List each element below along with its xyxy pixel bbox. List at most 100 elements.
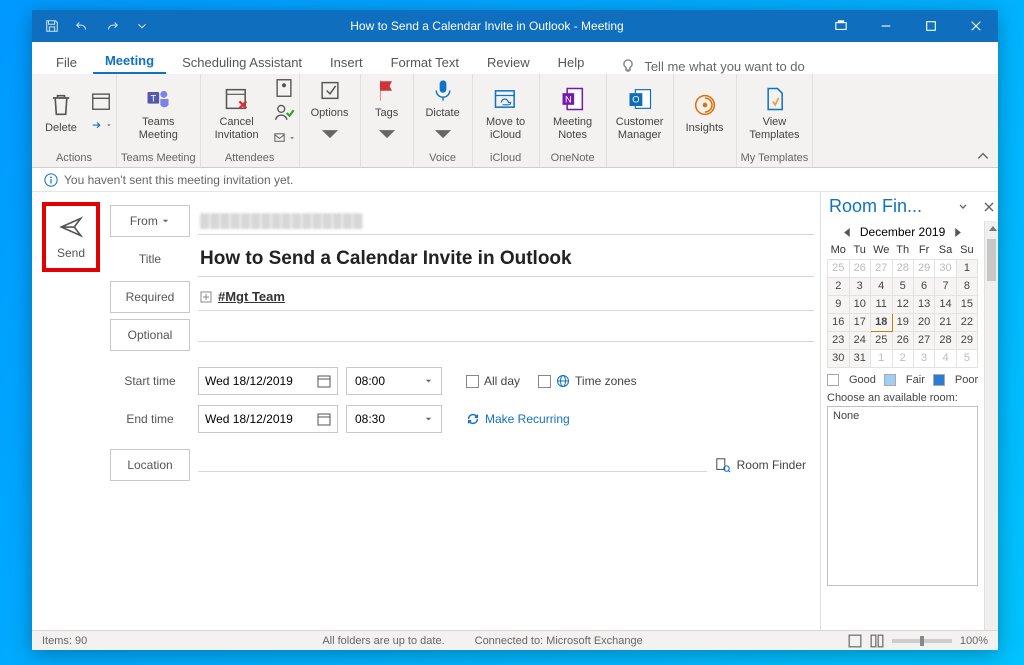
calendar-day[interactable]: 7 [935, 277, 956, 295]
calendar-day[interactable]: 18 [870, 313, 892, 331]
calendar-day[interactable]: 8 [956, 277, 977, 295]
qa-dropdown-icon[interactable] [128, 12, 156, 40]
calendar-day[interactable]: 25 [870, 331, 892, 349]
teams-meeting-button[interactable]: T Teams Meeting [129, 77, 187, 149]
location-button[interactable]: Location [110, 449, 190, 481]
calendar-day[interactable]: 1 [956, 259, 977, 277]
zoom-slider[interactable] [892, 639, 952, 643]
calendar-day[interactable]: 5 [956, 349, 977, 367]
available-room-list[interactable]: None [827, 406, 978, 586]
calendar-day[interactable]: 15 [956, 295, 977, 313]
calendar-day[interactable]: 23 [828, 331, 850, 349]
required-button[interactable]: Required [110, 281, 190, 313]
calendar-day[interactable]: 13 [913, 295, 934, 313]
tab-review[interactable]: Review [475, 49, 542, 74]
minimize-icon[interactable] [863, 10, 908, 42]
calendar-day[interactable]: 9 [828, 295, 850, 313]
tab-scheduling[interactable]: Scheduling Assistant [170, 49, 314, 74]
address-book-icon[interactable] [273, 77, 295, 99]
tab-format[interactable]: Format Text [379, 49, 471, 74]
zoom-level[interactable]: 100% [960, 635, 988, 647]
calendar-day[interactable]: 4 [870, 277, 892, 295]
calendar-day[interactable]: 3 [849, 277, 870, 295]
room-finder-link[interactable]: Room Finder [715, 457, 806, 473]
calendar-day[interactable]: 30 [935, 259, 956, 277]
meeting-notes-button[interactable]: N Meeting Notes [544, 77, 602, 149]
time-zones-checkbox[interactable]: Time zones [538, 374, 637, 388]
calendar-day[interactable]: 29 [956, 331, 977, 349]
calendar-day[interactable]: 4 [935, 349, 956, 367]
redo-icon[interactable] [98, 12, 126, 40]
calendar-day[interactable]: 28 [892, 259, 913, 277]
room-finder-scrollbar[interactable] [984, 221, 998, 650]
required-field[interactable]: #Mgt Team [198, 283, 814, 311]
cancel-invitation-button[interactable]: Cancel Invitation [205, 77, 269, 149]
make-recurring-link[interactable]: Make Recurring [466, 412, 570, 426]
maximize-icon[interactable] [908, 10, 953, 42]
calendar-day[interactable]: 1 [870, 349, 892, 367]
optional-button[interactable]: Optional [110, 319, 190, 351]
calendar-day[interactable]: 20 [913, 313, 934, 331]
calendar-day[interactable]: 22 [956, 313, 977, 331]
calendar-day[interactable]: 27 [870, 259, 892, 277]
send-button[interactable]: Send [42, 202, 100, 272]
optional-field[interactable] [198, 329, 814, 342]
close-icon[interactable] [953, 10, 998, 42]
tab-meeting[interactable]: Meeting [93, 47, 166, 74]
calendar-day[interactable]: 5 [892, 277, 913, 295]
calendar-day[interactable]: 2 [892, 349, 913, 367]
calendar-day[interactable]: 3 [913, 349, 934, 367]
calendar-day[interactable]: 24 [849, 331, 870, 349]
pane-close-icon[interactable] [984, 202, 994, 212]
location-field[interactable] [198, 459, 707, 472]
prev-month-icon[interactable] [843, 228, 852, 237]
calendar-day[interactable]: 16 [828, 313, 850, 331]
collapse-ribbon-icon[interactable] [976, 149, 990, 163]
calendar-day[interactable]: 10 [849, 295, 870, 313]
tab-help[interactable]: Help [546, 49, 597, 74]
calendar-day[interactable]: 11 [870, 295, 892, 313]
tags-button[interactable]: Tags [365, 77, 409, 149]
save-icon[interactable] [38, 12, 66, 40]
calendar-day[interactable]: 29 [913, 259, 934, 277]
all-day-checkbox[interactable]: All day [466, 374, 520, 388]
tab-insert[interactable]: Insert [318, 49, 375, 74]
next-month-icon[interactable] [953, 228, 962, 237]
calendar-day[interactable]: 26 [849, 259, 870, 277]
calendar-day[interactable]: 31 [849, 349, 870, 367]
check-names-icon[interactable] [273, 102, 295, 124]
view-templates-button[interactable]: View Templates [745, 77, 803, 149]
delete-button[interactable]: Delete [36, 77, 86, 149]
end-time-picker[interactable]: 08:30 [346, 405, 442, 433]
calendar-day[interactable]: 28 [935, 331, 956, 349]
calendar-day[interactable]: 17 [849, 313, 870, 331]
from-button[interactable]: From [110, 205, 190, 237]
tab-file[interactable]: File [44, 49, 89, 74]
calendar-day[interactable]: 26 [892, 331, 913, 349]
view-normal-icon[interactable] [848, 634, 862, 648]
calendar-day[interactable]: 12 [892, 295, 913, 313]
calendar-day[interactable]: 30 [828, 349, 850, 367]
response-options-icon[interactable] [273, 127, 295, 149]
end-date-picker[interactable]: Wed 18/12/2019 [198, 405, 338, 433]
ribbon-display-icon[interactable] [818, 10, 863, 42]
start-time-picker[interactable]: 08:00 [346, 367, 442, 395]
undo-icon[interactable] [68, 12, 96, 40]
calendar-small-icon[interactable] [90, 90, 112, 112]
insights-button[interactable]: Insights [678, 77, 732, 149]
options-button[interactable]: Options [304, 77, 356, 149]
view-reading-icon[interactable] [870, 634, 884, 648]
move-icloud-button[interactable]: Move to iCloud [477, 77, 535, 149]
subject-input[interactable]: How to Send a Calendar Invite in Outlook [198, 242, 814, 277]
calendar-day[interactable]: 27 [913, 331, 934, 349]
calendar-day[interactable]: 2 [828, 277, 850, 295]
customer-manager-button[interactable]: O Customer Manager [611, 77, 669, 149]
forward-small-icon[interactable] [90, 115, 112, 137]
start-date-picker[interactable]: Wed 18/12/2019 [198, 367, 338, 395]
calendar-day[interactable]: 25 [828, 259, 850, 277]
calendar-day[interactable]: 19 [892, 313, 913, 331]
calendar-day[interactable]: 21 [935, 313, 956, 331]
mini-calendar[interactable]: MoTuWeThFrSaSu 2526272829301234567891011… [827, 241, 978, 368]
pane-menu-icon[interactable] [958, 202, 968, 212]
dictate-button[interactable]: Dictate [418, 77, 468, 149]
